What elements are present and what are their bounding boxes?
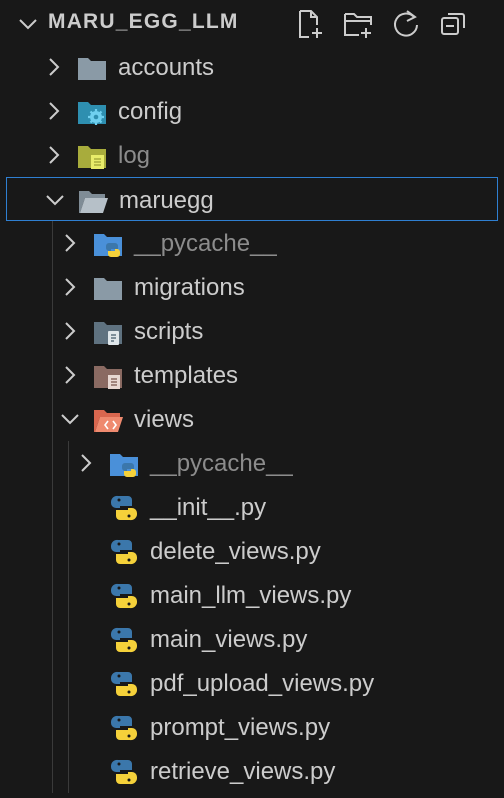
indent-guide xyxy=(68,661,69,705)
tree-folder-views[interactable]: views xyxy=(0,397,504,441)
folder-scripts-icon xyxy=(94,322,122,345)
indent-guide xyxy=(68,573,69,617)
folder-icon xyxy=(94,278,122,300)
indent-guide xyxy=(52,309,53,353)
tree-item-label: migrations xyxy=(134,274,245,301)
tree-item-label: __init__.py xyxy=(150,494,267,521)
indent-guide xyxy=(52,573,53,617)
tree-item-label: pdf_upload_views.py xyxy=(150,670,375,697)
indent-guide xyxy=(52,749,53,793)
tree-folder-scripts[interactable]: scripts xyxy=(0,309,504,353)
indent-guide xyxy=(52,221,53,265)
tree-file-retrieve-views-py[interactable]: retrieve_views.py xyxy=(0,749,504,793)
chevron-right-icon[interactable] xyxy=(42,55,66,79)
tree-item-label: main_views.py xyxy=(150,626,308,653)
chevron-right-icon[interactable] xyxy=(58,275,82,299)
tree-folder-config[interactable]: config xyxy=(0,89,504,133)
tree-folder-log[interactable]: log xyxy=(0,133,504,177)
chevron-down-icon[interactable] xyxy=(43,188,67,212)
indent-guide xyxy=(52,397,53,441)
tree-item-label: scripts xyxy=(134,318,204,345)
file-explorer: MARU_EGG_LLM accounts config log maruegg… xyxy=(0,0,504,798)
indent-guide xyxy=(68,749,69,793)
folder-log-icon xyxy=(78,146,106,169)
python-file-icon xyxy=(110,759,138,785)
indent-guide xyxy=(68,617,69,661)
tree-item-label: __pycache__ xyxy=(150,450,293,477)
chevron-right-icon[interactable] xyxy=(58,319,82,343)
indent-guide xyxy=(52,353,53,397)
indent-guide xyxy=(68,705,69,749)
folder-templates-icon xyxy=(94,366,122,389)
chevron-right-icon[interactable] xyxy=(58,363,82,387)
indent-guide xyxy=(68,485,69,529)
folder-open-icon xyxy=(79,191,108,213)
indent-guide xyxy=(52,485,53,529)
chevron-right-icon[interactable] xyxy=(58,231,82,255)
chevron-right-icon[interactable] xyxy=(74,451,98,475)
explorer-root-header[interactable]: MARU_EGG_LLM xyxy=(0,0,504,44)
indent-guide xyxy=(52,529,53,573)
tree-item-label: main_llm_views.py xyxy=(150,582,352,609)
chevron-down-icon[interactable] xyxy=(16,12,40,36)
folder-python-icon xyxy=(110,454,138,477)
new-folder-icon[interactable] xyxy=(342,8,374,40)
python-file-icon xyxy=(110,583,138,609)
tree-folder-templates[interactable]: templates xyxy=(0,353,504,397)
tree-file-prompt-views-py[interactable]: prompt_views.py xyxy=(0,705,504,749)
tree-folder-maruegg[interactable]: maruegg xyxy=(6,177,498,221)
chevron-right-icon[interactable] xyxy=(42,99,66,123)
tree-file-pdf-upload-views-py[interactable]: pdf_upload_views.py xyxy=(0,661,504,705)
tree-file-init-py[interactable]: __init__.py xyxy=(0,485,504,529)
indent-guide xyxy=(68,529,69,573)
indent-guide xyxy=(52,705,53,749)
tree-item-label: config xyxy=(118,98,183,125)
tree-folder-pycache[interactable]: __pycache__ xyxy=(0,441,504,485)
tree-item-label: retrieve_views.py xyxy=(150,758,336,785)
python-file-icon xyxy=(110,627,138,653)
tree-file-delete-views-py[interactable]: delete_views.py xyxy=(0,529,504,573)
new-file-icon[interactable] xyxy=(294,8,326,40)
tree-item-label: prompt_views.py xyxy=(150,714,331,741)
tree-folder-pycache[interactable]: __pycache__ xyxy=(0,221,504,265)
tree-item-label: templates xyxy=(134,362,239,389)
tree-item-label: accounts xyxy=(118,54,215,81)
explorer-root-title: MARU_EGG_LLM xyxy=(48,10,239,33)
python-file-icon xyxy=(110,495,138,521)
tree-item-label: __pycache__ xyxy=(134,230,277,257)
refresh-icon[interactable] xyxy=(390,8,422,40)
tree-folder-accounts[interactable]: accounts xyxy=(0,45,504,89)
tree-item-label: views xyxy=(134,406,195,433)
tree-item-label: log xyxy=(118,142,151,169)
python-file-icon xyxy=(110,539,138,565)
chevron-down-icon[interactable] xyxy=(58,407,82,431)
indent-guide xyxy=(52,661,53,705)
indent-guide xyxy=(52,617,53,661)
tree-item-label: delete_views.py xyxy=(150,538,321,565)
python-file-icon xyxy=(110,671,138,697)
tree-file-main-llm-views-py[interactable]: main_llm_views.py xyxy=(0,573,504,617)
tree-file-main-views-py[interactable]: main_views.py xyxy=(0,617,504,661)
folder-icon xyxy=(78,58,106,80)
python-file-icon xyxy=(110,715,138,741)
indent-guide xyxy=(52,441,53,485)
indent-guide xyxy=(52,265,53,309)
tree-item-label: maruegg xyxy=(119,187,214,214)
folder-python-icon xyxy=(94,234,122,257)
chevron-right-icon[interactable] xyxy=(42,143,66,167)
folder-config-icon xyxy=(78,102,106,125)
indent-guide xyxy=(68,441,69,485)
collapse-all-icon[interactable] xyxy=(438,8,470,40)
folder-views-icon xyxy=(94,410,123,432)
tree-folder-migrations[interactable]: migrations xyxy=(0,265,504,309)
